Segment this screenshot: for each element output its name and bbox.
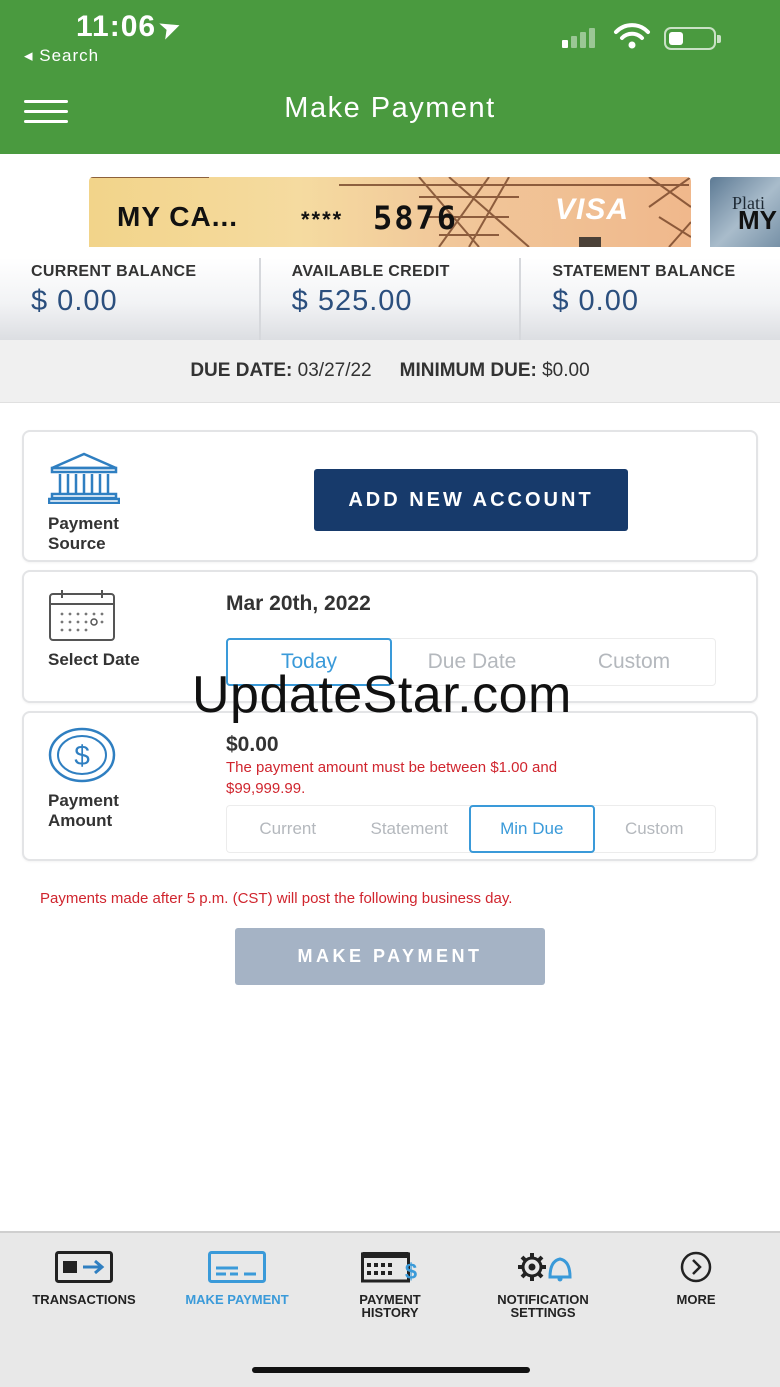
tab-more[interactable]: MORE bbox=[618, 1233, 774, 1343]
payment-source-label-line2: Source bbox=[48, 534, 106, 553]
available-credit-label: AVAILABLE CREDIT bbox=[291, 263, 450, 280]
payment-source-label-line1: Payment bbox=[48, 514, 119, 533]
payment-amount-error-line1: The payment amount must be between $1.00… bbox=[226, 759, 558, 776]
current-balance-label: CURRENT BALANCE bbox=[31, 263, 197, 280]
date-option-custom[interactable]: Custom bbox=[553, 639, 715, 685]
tab-transactions-label-line1: TRANSACTIONS bbox=[32, 1292, 136, 1307]
amount-option-custom[interactable]: Custom bbox=[594, 806, 716, 852]
transactions-icon bbox=[55, 1251, 113, 1283]
payment-amount-error-line2: $99,999.99. bbox=[226, 780, 306, 797]
available-credit-value: $ 525.00 bbox=[291, 285, 413, 317]
tab-notification-settings-label-line2: SETTINGS bbox=[510, 1305, 576, 1320]
date-option-due-date[interactable]: Due Date bbox=[391, 639, 553, 685]
due-info-bar: DUE DATE: 03/27/22 MINIMUM DUE: $0.00 bbox=[0, 340, 780, 403]
dollar-coin-icon: $ bbox=[48, 727, 116, 783]
cellular-signal-icon bbox=[562, 28, 595, 48]
date-option-today[interactable]: Today bbox=[226, 638, 392, 686]
statement-balance: STATEMENT BALANCE $ 0.00 bbox=[519, 258, 780, 340]
statement-balance-label: STATEMENT BALANCE bbox=[552, 263, 736, 280]
svg-text:$: $ bbox=[405, 1259, 417, 1283]
payment-source-label: Payment Source bbox=[48, 514, 119, 554]
calendar-dollar-icon: $ bbox=[361, 1252, 417, 1283]
make-payment-button[interactable]: MAKE PAYMENT bbox=[235, 928, 545, 985]
wifi-icon bbox=[614, 23, 650, 49]
card-nickname: MY CA... bbox=[117, 201, 239, 232]
tab-more-label-line1: MORE bbox=[676, 1292, 716, 1307]
amount-option-group: Current Statement Min Due Custom bbox=[226, 805, 716, 853]
battery-icon bbox=[664, 27, 721, 50]
current-balance: CURRENT BALANCE $ 0.00 bbox=[0, 258, 259, 340]
svg-text:$: $ bbox=[74, 740, 90, 771]
credit-card-next[interactable]: Plati MY bbox=[710, 177, 780, 247]
app-header: 11:06➤ ◂ Search Make Payment bbox=[0, 0, 780, 154]
tab-notification-settings[interactable]: NOTIFICATION SETTINGS bbox=[465, 1233, 621, 1343]
payment-amount-label: Payment Amount bbox=[48, 791, 119, 831]
date-option-group: Today Due Date Custom bbox=[226, 638, 716, 686]
selected-date: Mar 20th, 2022 bbox=[226, 592, 371, 615]
payment-amount-section: $ Payment Amount $0.00 The payment amoun… bbox=[22, 711, 758, 861]
minimum-due-value: $0.00 bbox=[542, 360, 590, 381]
chevron-right-circle-icon bbox=[680, 1251, 712, 1283]
payment-amount-error: The payment amount must be between $1.00… bbox=[226, 757, 686, 799]
location-arrow-icon: ➤ bbox=[156, 12, 186, 45]
bank-icon bbox=[48, 452, 120, 504]
tab-payment-history-label: PAYMENT HISTORY bbox=[312, 1293, 468, 1319]
back-to-search-label: Search bbox=[39, 46, 100, 65]
due-date-value: 03/27/22 bbox=[297, 360, 372, 381]
tab-more-label: MORE bbox=[618, 1293, 774, 1306]
tab-make-payment[interactable]: MAKE PAYMENT bbox=[159, 1233, 315, 1343]
tab-payment-history[interactable]: $ PAYMENT HISTORY bbox=[312, 1233, 468, 1343]
amount-option-statement[interactable]: Statement bbox=[349, 806, 471, 852]
card-masked-digits: **** bbox=[301, 207, 344, 232]
payment-amount-label-line2: Amount bbox=[48, 811, 113, 830]
add-new-account-button[interactable]: ADD NEW ACCOUNT bbox=[314, 469, 628, 531]
tab-notification-settings-label: NOTIFICATION SETTINGS bbox=[465, 1293, 621, 1319]
tab-payment-history-label-line2: HISTORY bbox=[361, 1305, 419, 1320]
tab-make-payment-label-line1: MAKE PAYMENT bbox=[185, 1292, 289, 1307]
posting-cutoff-note: Payments made after 5 p.m. (CST) will po… bbox=[40, 890, 513, 907]
bottom-tab-bar: TRANSACTIONS MAKE PAYMENT $ PAYMENT HIST… bbox=[0, 1231, 780, 1387]
payment-source-section: Payment Source ADD NEW ACCOUNT bbox=[22, 430, 758, 562]
tab-transactions[interactable]: TRANSACTIONS bbox=[6, 1233, 162, 1343]
back-to-search[interactable]: ◂ Search bbox=[24, 46, 99, 66]
credit-card-selected[interactable]: MY CA... **** 5876 VISA bbox=[89, 177, 691, 247]
visa-logo: VISA bbox=[555, 193, 630, 226]
select-date-section: Select Date Mar 20th, 2022 Today Due Dat… bbox=[22, 570, 758, 703]
payment-amount-label-line1: Payment bbox=[48, 791, 119, 810]
card-carousel[interactable]: MY CA... **** 5876 VISA Plati MY bbox=[0, 154, 780, 258]
page-title: Make Payment bbox=[284, 92, 496, 124]
tab-transactions-label: TRANSACTIONS bbox=[6, 1293, 162, 1306]
statement-balance-value: $ 0.00 bbox=[552, 285, 639, 317]
amount-option-min-due[interactable]: Min Due bbox=[469, 805, 595, 853]
current-balance-value: $ 0.00 bbox=[31, 285, 118, 317]
balance-summary: CURRENT BALANCE $ 0.00 AVAILABLE CREDIT … bbox=[0, 258, 780, 340]
minimum-due-label: MINIMUM DUE: bbox=[399, 360, 537, 381]
due-date: DUE DATE: 03/27/22 bbox=[190, 360, 371, 382]
gear-bell-icon bbox=[518, 1253, 572, 1282]
due-date-label: DUE DATE: bbox=[190, 360, 293, 381]
home-indicator bbox=[252, 1367, 530, 1373]
amount-option-current[interactable]: Current bbox=[227, 806, 349, 852]
calendar-icon bbox=[49, 590, 115, 641]
card-icon bbox=[208, 1251, 266, 1283]
available-credit: AVAILABLE CREDIT $ 525.00 bbox=[258, 258, 520, 340]
status-time: 11:06➤ bbox=[76, 10, 185, 45]
tab-make-payment-label: MAKE PAYMENT bbox=[159, 1293, 315, 1306]
minimum-due: MINIMUM DUE: $0.00 bbox=[400, 360, 590, 382]
select-date-label: Select Date bbox=[48, 650, 140, 669]
card-last-four: 5876 bbox=[373, 199, 459, 237]
status-time-text: 11:06 bbox=[76, 10, 157, 43]
payment-amount-value[interactable]: $0.00 bbox=[226, 733, 279, 757]
card-peek-text-2: MY bbox=[738, 205, 777, 235]
